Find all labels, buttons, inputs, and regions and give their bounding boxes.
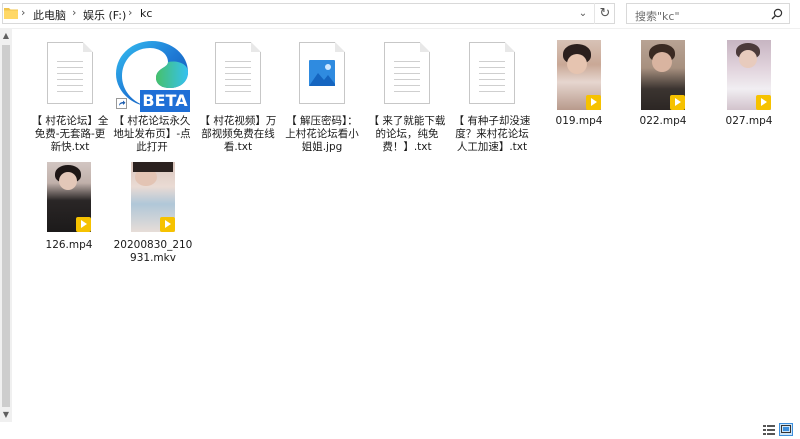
status-bar [0,422,800,437]
search-icon [771,8,783,20]
refresh-button[interactable]: ↻ [594,3,615,24]
file-item[interactable]: 【 有种子却没速度？来村花论坛人工加速】.txt [452,42,532,154]
folder-icon [4,8,18,19]
chevron-down-icon: ⌄ [578,8,588,19]
video-thumbnail [557,40,601,110]
file-item[interactable]: 019.mp4 [539,40,619,128]
file-name: 019.mp4 [555,115,603,127]
file-item[interactable]: 20200830_210931.mkv [113,162,193,265]
large-icons-view-icon [781,425,791,433]
text-file-icon [47,42,93,104]
address-history-dropdown-button[interactable]: ⌄ [573,3,593,24]
scroll-up-arrow-icon[interactable]: ▲ [0,29,12,43]
breadcrumb-drive[interactable]: 娱乐 (F:) [83,7,126,23]
vertical-scrollbar[interactable]: ▲ ▼ [0,29,12,422]
text-file-icon [384,42,430,104]
file-name: 【 来了就能下载的论坛，纯免费！】.txt [368,115,446,153]
file-item[interactable]: 022.mp4 [623,40,703,128]
file-item[interactable]: 【 村花论坛】全免费-无套路-更新快.txt [30,42,110,154]
play-icon [76,217,91,232]
address-bar-row: › 此电脑 › 娱乐 (F:) › kc ⌄ ↻ 搜索"kc" [0,0,800,29]
breadcrumb-separator: › [21,6,26,19]
video-thumbnail [641,40,685,110]
file-name: 【 有种子却没速度？来村花论坛人工加速】.txt [453,115,531,153]
details-view-icon [763,425,775,435]
video-thumbnail [727,40,771,110]
file-name: 022.mp4 [639,115,687,127]
play-icon [670,95,685,110]
search-placeholder: 搜索"kc" [635,10,680,23]
video-thumbnail [47,162,91,232]
breadcrumb-folder[interactable]: kc [140,7,152,20]
breadcrumb-separator: › [128,6,133,19]
large-icons-view-button[interactable] [779,423,793,436]
file-item[interactable]: 【 村花视频】万部视频免费在线看.txt [198,42,278,154]
details-view-button[interactable] [762,423,776,436]
file-item[interactable]: 027.mp4 [709,40,789,128]
file-name: 027.mp4 [725,115,773,127]
file-item[interactable]: 【 来了就能下载的论坛，纯免费！】.txt [367,42,447,154]
text-file-icon [469,42,515,104]
play-icon [586,95,601,110]
breadcrumb-separator: › [72,6,77,19]
file-name: 【 村花视频】万部视频免费在线看.txt [199,115,277,153]
file-item[interactable]: 126.mp4 [29,162,109,252]
image-file-icon [299,42,345,104]
edge-shortcut-icon: BETA [112,38,192,112]
file-name: 【 村花论坛永久地址发布页】-点此打开 [113,115,191,153]
refresh-icon: ↻ [599,6,611,21]
file-item[interactable]: BETA 【 村花论坛永久地址发布页】-点此打开 [112,38,192,154]
file-name: 【 解压密码】：上村花论坛看小姐姐.jpg [285,115,359,153]
file-name: 20200830_210931.mkv [113,239,193,264]
breadcrumb-this-pc[interactable]: 此电脑 [33,7,66,23]
file-name: 【 村花论坛】全免费-无套路-更新快.txt [31,115,109,153]
shortcut-arrow-icon [116,98,127,109]
play-icon [756,95,771,110]
video-thumbnail [131,162,175,232]
picture-icon [309,60,335,86]
scroll-down-arrow-icon[interactable]: ▼ [0,408,12,422]
text-file-icon [215,42,261,104]
play-icon [160,217,175,232]
file-item[interactable]: 【 解压密码】：上村花论坛看小姐姐.jpg [282,42,362,154]
beta-badge: BETA [140,90,190,112]
file-name: 126.mp4 [45,239,93,251]
search-input[interactable]: 搜索"kc" [626,3,790,24]
scrollbar-thumb[interactable] [2,45,10,407]
